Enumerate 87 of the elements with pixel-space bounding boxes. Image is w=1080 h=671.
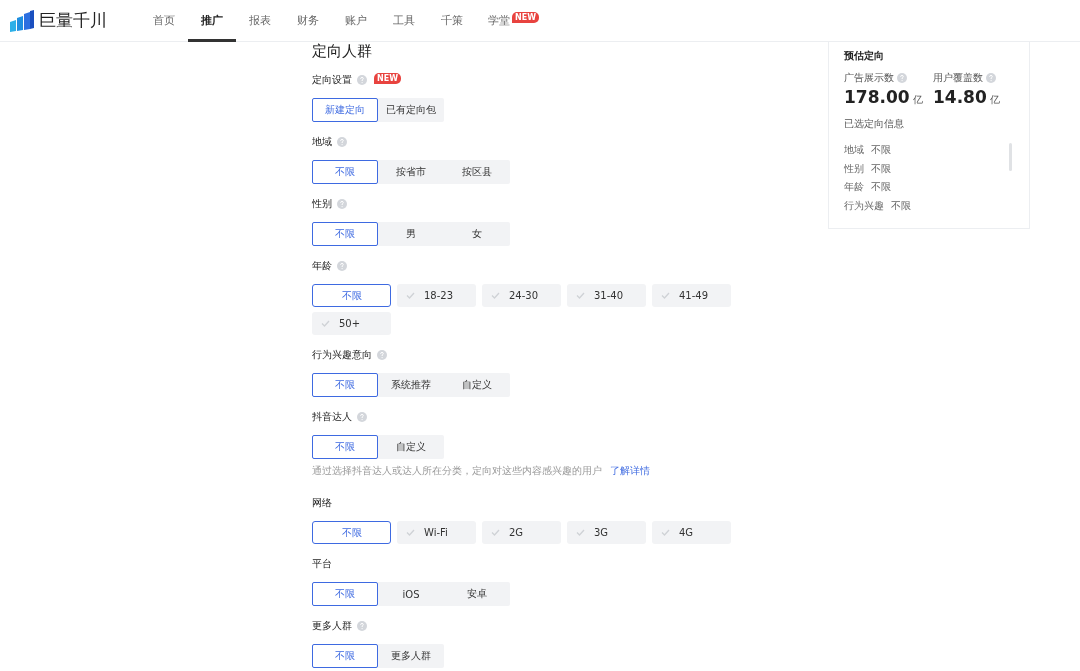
nav-tab[interactable]: 学堂 NEW (476, 0, 551, 42)
metric-value: 178.00 (844, 87, 910, 107)
new-badge: NEW (374, 72, 401, 84)
card-title: 预估定向 (844, 49, 885, 63)
help-icon[interactable] (337, 137, 347, 147)
option-button[interactable]: Wi-Fi (397, 521, 476, 544)
field-label: 抖音达人 (312, 410, 352, 424)
check-icon (406, 529, 415, 536)
field-label: 更多人群 (312, 619, 352, 633)
option-button[interactable]: 不限 (312, 582, 378, 606)
option-button[interactable]: 新建定向 (312, 98, 378, 122)
section-title: 定向人群 (312, 42, 373, 60)
info-name: 地域 (844, 143, 864, 157)
option-button[interactable]: 更多人群 (378, 644, 444, 668)
hint-text: 通过选择抖音达人或达人所在分类，定向对这些内容感兴趣的用户 (312, 465, 602, 477)
nav-tab[interactable]: 财务 (284, 0, 332, 42)
field-label: 定向设置 (312, 73, 352, 87)
option-button[interactable]: 不限 (312, 373, 378, 397)
help-icon[interactable] (377, 350, 387, 360)
nav-tab[interactable]: 工具 (380, 0, 428, 42)
field-label: 网络 (312, 496, 332, 510)
option-button[interactable]: 不限 (312, 284, 391, 307)
option-button[interactable]: 已有定向包 (378, 98, 444, 122)
option-button[interactable]: 按区县 (444, 160, 510, 184)
check-icon (576, 529, 585, 536)
option-button[interactable]: 不限 (312, 435, 378, 459)
option-button[interactable]: 31-40 (567, 284, 646, 307)
metric-unit: 亿 (989, 93, 1000, 107)
option-button[interactable]: 不限 (312, 521, 391, 544)
check-icon (661, 292, 670, 299)
option-button[interactable]: 安卓 (444, 582, 510, 606)
details-link[interactable]: 了解详情 (610, 465, 650, 477)
option-button[interactable]: 不限 (312, 160, 378, 184)
metric-value: 14.80 (933, 87, 987, 107)
check-icon (321, 320, 330, 327)
option-button[interactable]: 3G (567, 521, 646, 544)
field-label: 行为兴趣意向 (312, 348, 372, 362)
option-button[interactable]: 50+ (312, 312, 391, 335)
info-value: 不限 (871, 161, 891, 176)
option-button[interactable]: 24-30 (482, 284, 561, 307)
info-name: 年龄 (844, 180, 864, 194)
option-button[interactable]: 自定义 (444, 373, 510, 397)
logo-icon (9, 9, 35, 32)
option-button[interactable]: 不限 (312, 644, 378, 668)
field-label: 平台 (312, 557, 332, 571)
help-icon[interactable] (357, 412, 367, 422)
help-icon[interactable] (357, 621, 367, 631)
option-button[interactable]: 男 (378, 222, 444, 246)
check-icon (491, 529, 500, 536)
metric-label: 广告展示数 (844, 71, 894, 85)
metric-label: 用户覆盖数 (933, 71, 983, 85)
help-icon[interactable] (986, 73, 996, 83)
option-button[interactable]: 不限 (312, 222, 378, 246)
info-name: 性别 (844, 161, 864, 176)
option-button[interactable]: 系统推荐 (378, 373, 444, 397)
option-button[interactable]: 2G (482, 521, 561, 544)
help-icon[interactable] (357, 75, 367, 85)
info-value: 不限 (871, 143, 891, 157)
option-button[interactable]: 41-49 (652, 284, 731, 307)
check-icon (491, 292, 500, 299)
field-label: 性别 (312, 197, 332, 211)
option-button[interactable]: 按省市 (378, 160, 444, 184)
info-name: 行为兴趣 (844, 198, 884, 213)
help-icon[interactable] (897, 73, 907, 83)
check-icon (661, 529, 670, 536)
info-value: 不限 (871, 180, 891, 194)
help-icon[interactable] (337, 199, 347, 209)
nav-tab[interactable]: 账户 (332, 0, 380, 42)
brand-name: 巨量千川 (39, 9, 107, 32)
nav-tab[interactable]: 推广 (188, 0, 236, 42)
check-icon (576, 292, 585, 299)
nav-tab[interactable]: 报表 (236, 0, 284, 42)
info-title: 已选定向信息 (844, 117, 905, 131)
option-button[interactable]: 女 (444, 222, 510, 246)
option-button[interactable]: 自定义 (378, 435, 444, 459)
help-icon[interactable] (337, 261, 347, 271)
field-label: 地域 (312, 135, 332, 149)
info-value: 不限 (891, 198, 911, 213)
option-button[interactable]: 18-23 (397, 284, 476, 307)
metric-unit: 亿 (912, 93, 923, 107)
option-button[interactable]: 4G (652, 521, 731, 544)
nav-tab[interactable]: 首页 (140, 0, 188, 42)
new-badge: NEW (512, 12, 539, 23)
check-icon (406, 292, 415, 299)
nav-tab[interactable]: 千策 (428, 0, 476, 42)
option-button[interactable]: iOS (378, 582, 444, 606)
field-label: 年龄 (312, 259, 332, 273)
